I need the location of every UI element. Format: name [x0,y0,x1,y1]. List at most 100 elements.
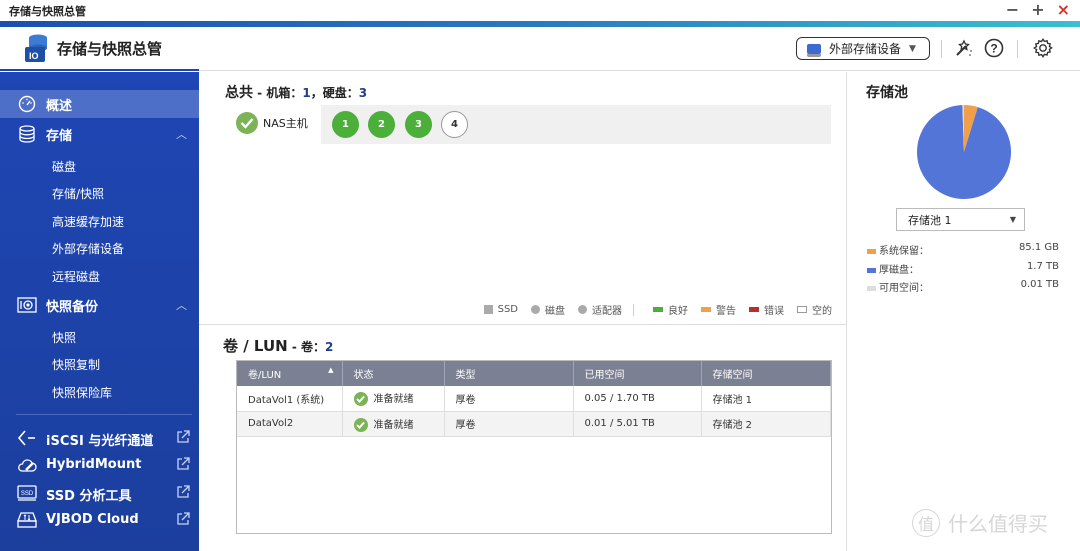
legend-separator [633,303,634,316]
sidebar-item-storage[interactable]: 存储 ︿ [0,120,199,148]
sidebar-divider [16,414,192,415]
column-header-pool[interactable]: 存储空间 [701,361,831,386]
external-storage-dropdown[interactable]: 外部存储设备 ▼ [796,37,930,60]
warning-swatch [701,307,711,312]
sidebar-item-snapshot-vault[interactable]: 快照保险库 [52,384,112,401]
watermark-logo: 值 [912,508,940,537]
disk-label: ，硬盘： [310,86,359,100]
storage-pool-select[interactable]: 存储池 1 ▼ [896,208,1025,231]
volume-table: 卷/LUN ▲ 状态 类型 已用空间 存储空间 DataVol1 (系统) 准备就… [236,360,832,534]
external-link-icon[interactable] [176,512,190,526]
header-separator [1017,40,1018,58]
volume-name: DataVol2 [237,411,343,437]
sidebar-item-snapshot-replica[interactable]: 快照复制 [52,356,100,373]
legend-label: 系统保留： [879,246,929,257]
error-swatch [749,307,759,312]
storage-pool-panel: 存储池 存储池 1 ▼ 系统保留： 85.1 GB 厚磁盘： 1.7 TB 可用… [846,72,1080,551]
sidebar-item-cache-acceleration[interactable]: 高速缓存加速 [52,213,124,230]
sidebar-item-label: 存储 [46,128,73,144]
volume-status: 准备就绪 [342,411,445,437]
sidebar-item-storage-snapshots[interactable]: 存储/快照 [52,185,104,202]
external-link-icon[interactable] [176,430,190,444]
check-icon [236,112,258,134]
volume-type: 厚卷 [444,386,574,412]
svg-text:?: ? [990,42,997,56]
nas-host-label: NAS主机 [263,117,308,130]
legend-value: 0.01 TB [1020,279,1059,290]
disk-bay-4[interactable]: 4 [441,111,468,138]
close-button[interactable]: × [1057,2,1070,18]
app-header: IO 存储与快照总管 外部存储设备 ▼ ? [0,27,1080,71]
minimize-button[interactable]: − [1006,2,1019,18]
header-separator [941,40,942,58]
enclosure-label: - 机箱： [253,86,303,100]
sidebar-item-hybridmount[interactable]: HybridMount [0,454,199,476]
wand-icon[interactable] [952,36,976,60]
watermark: 值 什么值得买 [912,508,1048,537]
overview-title: 总共 - 机箱：1，硬盘：3 [225,82,367,102]
volumes-title-text: 卷 / LUN [223,337,288,355]
check-icon [353,392,368,407]
gear-icon[interactable] [1031,36,1055,60]
volume-name: DataVol1 (系统) [237,386,343,412]
sidebar-item-label: SSD 分析工具 [46,489,132,504]
column-header-status[interactable]: 状态 [342,361,445,386]
external-link-icon[interactable] [176,457,190,471]
sidebar-item-snapshot[interactable]: 快照 [52,329,76,346]
legend-disk: 磁盘 [531,302,565,317]
dashboard-icon [17,94,37,114]
sidebar-item-label: iSCSI 与光纤通道 [46,434,154,449]
ssd-icon: SSD [17,483,37,503]
legend-label: 警告 [716,306,736,317]
sort-icon[interactable]: ▲ [328,366,333,374]
column-header-volume[interactable]: 卷/LUN ▲ [237,361,343,386]
column-header-used[interactable]: 已用空间 [573,361,702,386]
disk-count: 3 [358,86,368,100]
help-icon[interactable]: ? [982,36,1006,60]
legend-label: SSD [497,304,518,315]
column-header-type[interactable]: 类型 [444,361,574,386]
main-panel: 总共 - 机箱：1，硬盘：3 NAS主机 1 2 3 4 SSD 磁盘 适配器 … [199,72,846,551]
volume-used: 0.01 / 5.01 TB [573,411,702,437]
vjbod-icon [17,510,37,530]
legend-value: 85.1 GB [1018,242,1059,253]
sidebar: 概述 存储 ︿ 磁盘 存储/快照 高速缓存加速 外部存储设备 远程磁盘 快照备份… [0,72,199,551]
sidebar-item-remote-disk[interactable]: 远程磁盘 [52,268,100,285]
sidebar-item-disks[interactable]: 磁盘 [52,158,76,175]
legend-value: 1.7 TB [1026,261,1059,272]
nas-host[interactable]: NAS主机 [236,112,308,134]
storage-app-icon: IO [25,34,47,62]
sidebar-item-label: HybridMount [46,457,142,472]
sidebar-item-overview[interactable]: 概述 [0,90,199,118]
chevron-up-icon[interactable]: ︿ [176,297,187,313]
chevron-up-icon[interactable]: ︿ [176,126,187,142]
volumes-title: 卷 / LUN - 卷：2 [223,335,333,356]
thick-disk-swatch [867,267,876,273]
app-title: 存储与快照总管 [57,40,163,58]
good-swatch [653,307,663,312]
svg-text:SSD: SSD [21,491,34,497]
pool-legend-thick-disk: 厚磁盘： 1.7 TB [867,261,1059,276]
sidebar-item-external-storage[interactable]: 外部存储设备 [52,240,124,257]
legend-ssd: SSD [483,304,518,315]
table-row[interactable]: DataVol1 (系统) 准备就绪 厚卷 0.05 / 1.70 TB 存储池… [237,386,831,412]
sidebar-item-snapshot-backup[interactable]: 快照备份 ︿ [0,291,199,319]
legend-label: 空的 [812,306,832,317]
watermark-text: 什么值得买 [948,512,1048,536]
disk-bay-1[interactable]: 1 [332,111,359,138]
volume-pool: 存储池 2 [701,411,831,437]
database-icon [17,124,37,144]
external-link-icon[interactable] [176,485,190,499]
sidebar-item-iscsi[interactable]: iSCSI 与光纤通道 [0,427,199,449]
storage-pool-title: 存储池 [866,85,908,101]
table-row[interactable]: DataVol2 准备就绪 厚卷 0.01 / 5.01 TB 存储池 2 [237,411,831,437]
maximize-button[interactable]: + [1031,2,1044,18]
volume-type: 厚卷 [444,411,574,437]
sidebar-item-vjbod-cloud[interactable]: VJBOD Cloud [0,509,199,531]
disk-bay-2[interactable]: 2 [368,111,395,138]
disk-bay-strip: 1 2 3 4 [321,105,831,144]
free-space-swatch [867,285,876,291]
disk-bay-3[interactable]: 3 [405,111,432,138]
legend-warning: 警告 [701,302,736,317]
sidebar-item-ssd-profiling[interactable]: SSD SSD 分析工具 [0,482,199,504]
